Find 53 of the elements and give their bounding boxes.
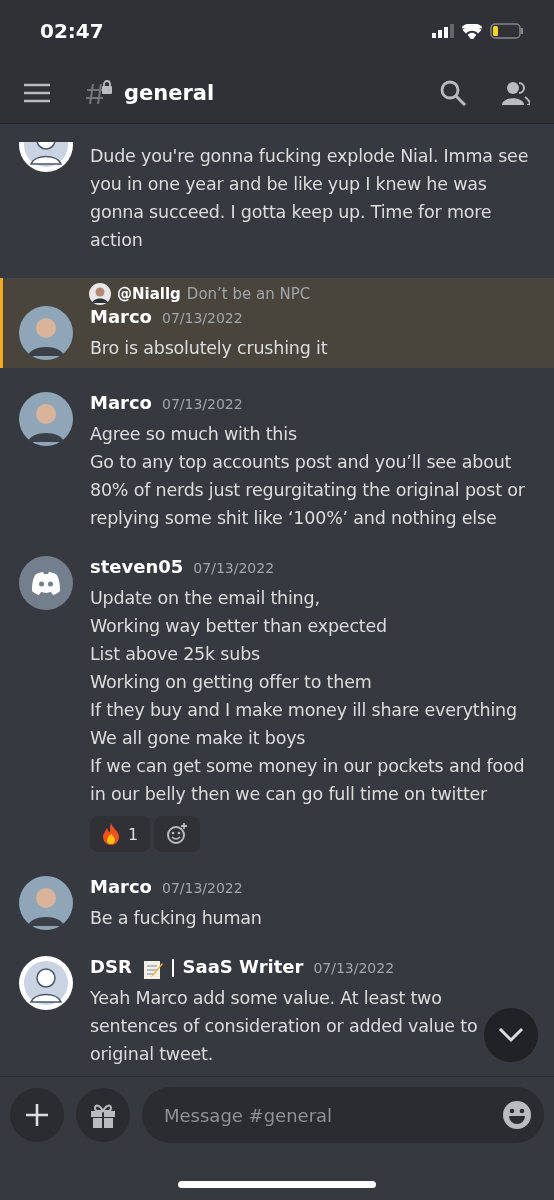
- emoji-icon[interactable]: [502, 1100, 532, 1130]
- avatar: [19, 392, 73, 446]
- memo-icon: [141, 959, 164, 981]
- message-input[interactable]: Message #general: [162, 1103, 502, 1127]
- message-text: We all gone make it boys: [90, 727, 307, 750]
- scroll-down-button[interactable]: [484, 1008, 538, 1062]
- channel-title: general: [124, 80, 216, 105]
- author-name[interactable]: Marco: [90, 876, 152, 897]
- message-text: Working way better than expected: [90, 615, 388, 638]
- signal-icon: [432, 24, 454, 38]
- message-text: List above 25k subs: [90, 643, 261, 666]
- menu-icon[interactable]: [24, 82, 50, 103]
- message-text: Go to any top accounts post and you’ll see about 80% of nerds just regurgitating the original post or replying some shit like ‘100%’ and nothing else: [90, 451, 526, 530]
- wifi-icon: [462, 23, 482, 39]
- smiley-plus-icon: [166, 823, 189, 845]
- message-text: If they buy and I make money ill share everything: [90, 699, 518, 722]
- gift-icon: [90, 1102, 116, 1128]
- add-reaction-button[interactable]: [154, 816, 201, 852]
- timestamp: 07/13/2022: [162, 310, 243, 326]
- status-time: 02:47: [40, 19, 104, 43]
- message-text: Bro is absolutely crushing it: [90, 337, 329, 360]
- timestamp: 07/13/2022: [162, 880, 243, 896]
- timestamp: 07/13/2022: [162, 396, 243, 412]
- avatar: [19, 956, 73, 1010]
- message-text: Dude you're gonna fucking explode Nial. Imma see you in one year and be like yup I knew he was gonna succeed. I gotta keep up. Time for more action: [90, 145, 530, 252]
- reply-user[interactable]: @Niallg: [117, 285, 181, 303]
- author-name[interactable]: Marco: [90, 306, 152, 327]
- message-text: If we can get some money in our pockets and food in our belly then we can go full time on twitter: [90, 755, 526, 806]
- message-text: Yeah Marco add some value. At least two sentences of consideration or added value to original tweet.: [90, 987, 478, 1066]
- avatar: [19, 556, 73, 610]
- reaction-chip[interactable]: 1: [90, 816, 151, 852]
- chevron-down-icon: [498, 1027, 524, 1043]
- message-text: Update on the email thing,: [90, 587, 321, 610]
- message-text: Agree so much with this: [90, 423, 298, 446]
- author-name[interactable]: steven05: [90, 556, 184, 577]
- plus-icon: [26, 1104, 48, 1126]
- members-icon[interactable]: [502, 80, 530, 105]
- avatar: [19, 876, 73, 930]
- fire-icon: [102, 823, 120, 845]
- message-text: Be a fucking human: [90, 907, 263, 930]
- timestamp: 07/13/2022: [193, 560, 275, 576]
- message-text: Working on getting offer to them: [90, 671, 373, 694]
- author-name[interactable]: DSR: [90, 956, 132, 977]
- reply-text: Don’t be an NPC: [186, 285, 311, 303]
- author-tag: | SaaS Writer: [169, 956, 304, 977]
- message-field[interactable]: Message #general: [142, 1087, 544, 1143]
- reply-avatar: [89, 283, 111, 305]
- search-icon[interactable]: [440, 79, 466, 106]
- avatar: [19, 306, 73, 360]
- battery-icon: [490, 23, 524, 39]
- author-name[interactable]: Marco: [90, 392, 152, 413]
- timestamp: 07/13/2022: [313, 960, 395, 976]
- locked-channel-icon: [86, 79, 112, 106]
